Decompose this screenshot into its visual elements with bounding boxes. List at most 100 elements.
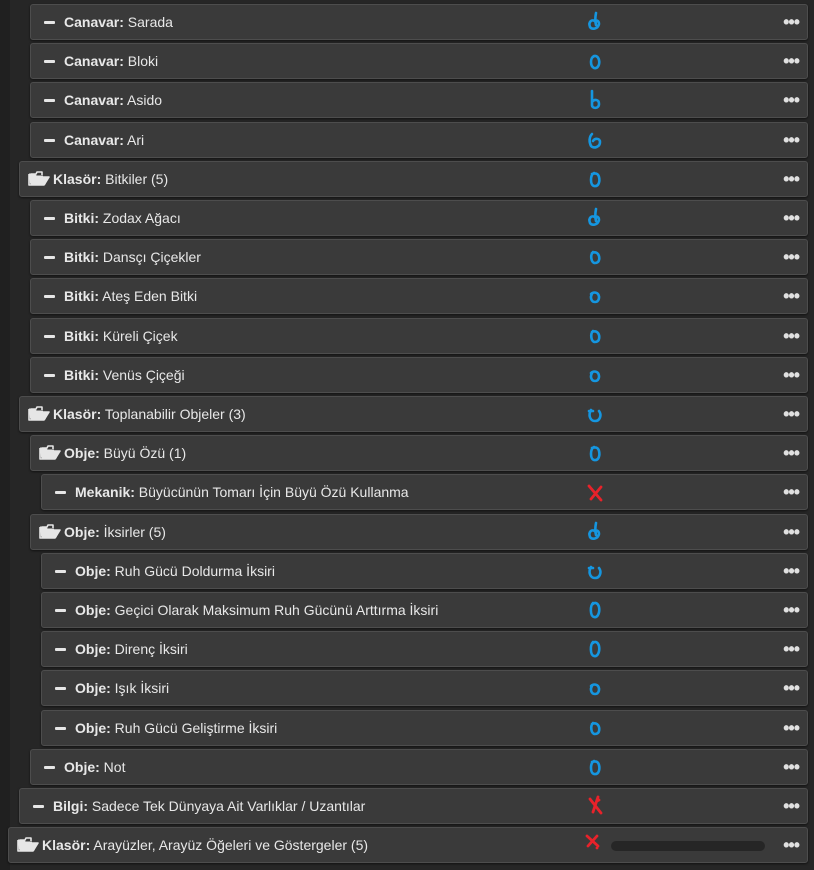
tree-item-row[interactable]: Bitki: Küreli Çiçek ••• — [30, 318, 808, 354]
row-type-label: Canavar: — [64, 14, 124, 30]
more-options-icon[interactable]: ••• — [783, 750, 800, 784]
more-options-icon[interactable]: ••• — [783, 554, 800, 588]
tree-folder-row[interactable]: Obje: İksirler (5) ••• — [30, 514, 808, 550]
more-options-icon[interactable]: ••• — [783, 201, 800, 235]
more-options-icon[interactable]: ••• — [783, 671, 800, 705]
more-options-icon[interactable]: ••• — [783, 593, 800, 627]
tree-item-row[interactable]: Canavar: Sarada ••• — [30, 4, 808, 40]
more-options-icon[interactable]: ••• — [783, 711, 800, 745]
red-x-mark-icon — [581, 478, 609, 506]
row-type-label: Bilgi: — [53, 798, 88, 814]
minus-icon[interactable] — [44, 5, 55, 39]
tree-item-row[interactable]: Obje: Geçici Olarak Maksimum Ruh Gücünü … — [41, 592, 808, 628]
blue-scribble-mark-icon — [581, 243, 609, 271]
minus-icon[interactable] — [44, 240, 55, 274]
tree-item-row[interactable]: Obje: Işık İksiri ••• — [41, 670, 808, 706]
tree-item-row[interactable]: Bitki: Venüs Çiçeği ••• — [30, 357, 808, 393]
more-options-icon[interactable]: ••• — [783, 828, 800, 862]
blue-scribble-mark-icon — [581, 126, 609, 154]
minus-icon[interactable] — [44, 201, 55, 235]
tree-item-row[interactable]: Bitki: Dansçı Çiçekler ••• — [30, 239, 808, 275]
row-title: Bitki: Zodax Ağacı — [64, 201, 181, 235]
more-options-icon[interactable]: ••• — [783, 358, 800, 392]
blue-scribble-mark-icon — [581, 753, 609, 781]
tree-item-row[interactable]: Canavar: Ari ••• — [30, 122, 808, 158]
row-title: Canavar: Ari — [64, 123, 144, 157]
row-type-label: Obje: — [75, 602, 111, 618]
tree-folder-row[interactable]: Obje: Büyü Özü (1) ••• — [30, 435, 808, 471]
folder-open-icon[interactable] — [39, 436, 61, 470]
more-options-icon[interactable]: ••• — [783, 397, 800, 431]
more-options-icon[interactable]: ••• — [783, 789, 800, 823]
more-options-icon[interactable]: ••• — [783, 162, 800, 196]
row-type-label: Obje: — [75, 680, 111, 696]
row-title: Obje: Işık İksiri — [75, 671, 169, 705]
row-title: Bitki: Ateş Eden Bitki — [64, 279, 197, 313]
row-title: Obje: Ruh Gücü Doldurma İksiri — [75, 554, 275, 588]
folder-open-icon[interactable] — [39, 515, 61, 549]
row-value: Sarada — [123, 14, 173, 30]
tree-item-row[interactable]: Obje: Direnç İksiri ••• — [41, 631, 808, 667]
blue-scribble-mark-icon — [581, 8, 609, 36]
tree-folder-row[interactable]: Klasör: Bitkiler (5) ••• — [19, 161, 808, 197]
minus-icon[interactable] — [44, 83, 55, 117]
row-type-label: Obje: — [75, 720, 111, 736]
tree-item-row[interactable]: Bitki: Zodax Ağacı ••• — [30, 200, 808, 236]
minus-icon[interactable] — [55, 475, 66, 509]
tree-item-row[interactable]: Mekanik: Büyücünün Tomarı İçin Büyü Özü … — [41, 474, 808, 510]
minus-icon[interactable] — [44, 358, 55, 392]
folder-open-icon[interactable] — [28, 397, 50, 431]
row-title: Bitki: Dansçı Çiçekler — [64, 240, 201, 274]
more-options-icon[interactable]: ••• — [783, 83, 800, 117]
minus-icon[interactable] — [55, 632, 66, 666]
tree-item-row[interactable]: Obje: Ruh Gücü Geliştirme İksiri ••• — [41, 710, 808, 746]
tree-item-row[interactable]: Obje: Ruh Gücü Doldurma İksiri ••• — [41, 553, 808, 589]
more-options-icon[interactable]: ••• — [783, 319, 800, 353]
more-options-icon[interactable]: ••• — [783, 515, 800, 549]
row-value: Ruh Gücü Geliştirme İksiri — [110, 720, 278, 736]
minus-icon[interactable] — [55, 554, 66, 588]
row-value: Direnç İksiri — [110, 641, 188, 657]
folder-open-icon[interactable] — [28, 162, 50, 196]
minus-icon[interactable] — [44, 319, 55, 353]
row-title: Obje: Büyü Özü (1) — [64, 436, 186, 470]
row-value: Arayüzler, Arayüz Öğeleri ve Göstergeler… — [90, 837, 369, 853]
tree-item-row[interactable]: Bitki: Ateş Eden Bitki ••• — [30, 278, 808, 314]
row-type-label: Obje: — [64, 759, 100, 775]
minus-icon[interactable] — [44, 750, 55, 784]
more-options-icon[interactable]: ••• — [783, 240, 800, 274]
more-options-icon[interactable]: ••• — [783, 123, 800, 157]
minus-icon[interactable] — [33, 789, 44, 823]
tree-item-row[interactable]: Bilgi: Sadece Tek Dünyaya Ait Varlıklar … — [19, 788, 808, 824]
more-options-icon[interactable]: ••• — [783, 5, 800, 39]
tree-item-row[interactable]: Obje: Not ••• — [30, 749, 808, 785]
row-value: Ateş Eden Bitki — [99, 288, 198, 304]
minus-icon[interactable] — [55, 711, 66, 745]
folder-open-icon[interactable] — [17, 828, 39, 862]
more-options-icon[interactable]: ••• — [783, 475, 800, 509]
minus-icon[interactable] — [44, 123, 55, 157]
minus-icon[interactable] — [55, 671, 66, 705]
progress-bar-track — [611, 841, 765, 851]
minus-icon[interactable] — [55, 593, 66, 627]
tree-item-row[interactable]: Canavar: Bloki ••• — [30, 43, 808, 79]
minus-icon[interactable] — [44, 44, 55, 78]
row-type-label: Klasör: — [53, 406, 102, 422]
more-options-icon[interactable]: ••• — [783, 279, 800, 313]
tree-folder-row[interactable]: Klasör: Arayüzler, Arayüz Öğeleri ve Gös… — [8, 827, 808, 863]
row-value: Büyücünün Tomarı İçin Büyü Özü Kullanma — [134, 484, 409, 500]
row-value: Venüs Çiçeği — [99, 367, 185, 383]
more-options-icon[interactable]: ••• — [783, 632, 800, 666]
red-x-mark-icon — [581, 792, 609, 820]
row-title: Klasör: Arayüzler, Arayüz Öğeleri ve Gös… — [42, 828, 368, 862]
tree-folder-row[interactable]: Klasör: Toplanabilir Objeler (3) ••• — [19, 396, 808, 432]
more-options-icon[interactable]: ••• — [783, 44, 800, 78]
row-value: Işık İksiri — [110, 680, 170, 696]
more-options-icon[interactable]: ••• — [783, 436, 800, 470]
blue-scribble-mark-icon — [581, 361, 609, 389]
row-type-label: Bitki: — [64, 367, 99, 383]
minus-icon[interactable] — [44, 279, 55, 313]
tree-item-row[interactable]: Canavar: Asido ••• — [30, 82, 808, 118]
row-value: İksirler (5) — [99, 524, 166, 540]
row-value: Bitkiler (5) — [101, 171, 169, 187]
